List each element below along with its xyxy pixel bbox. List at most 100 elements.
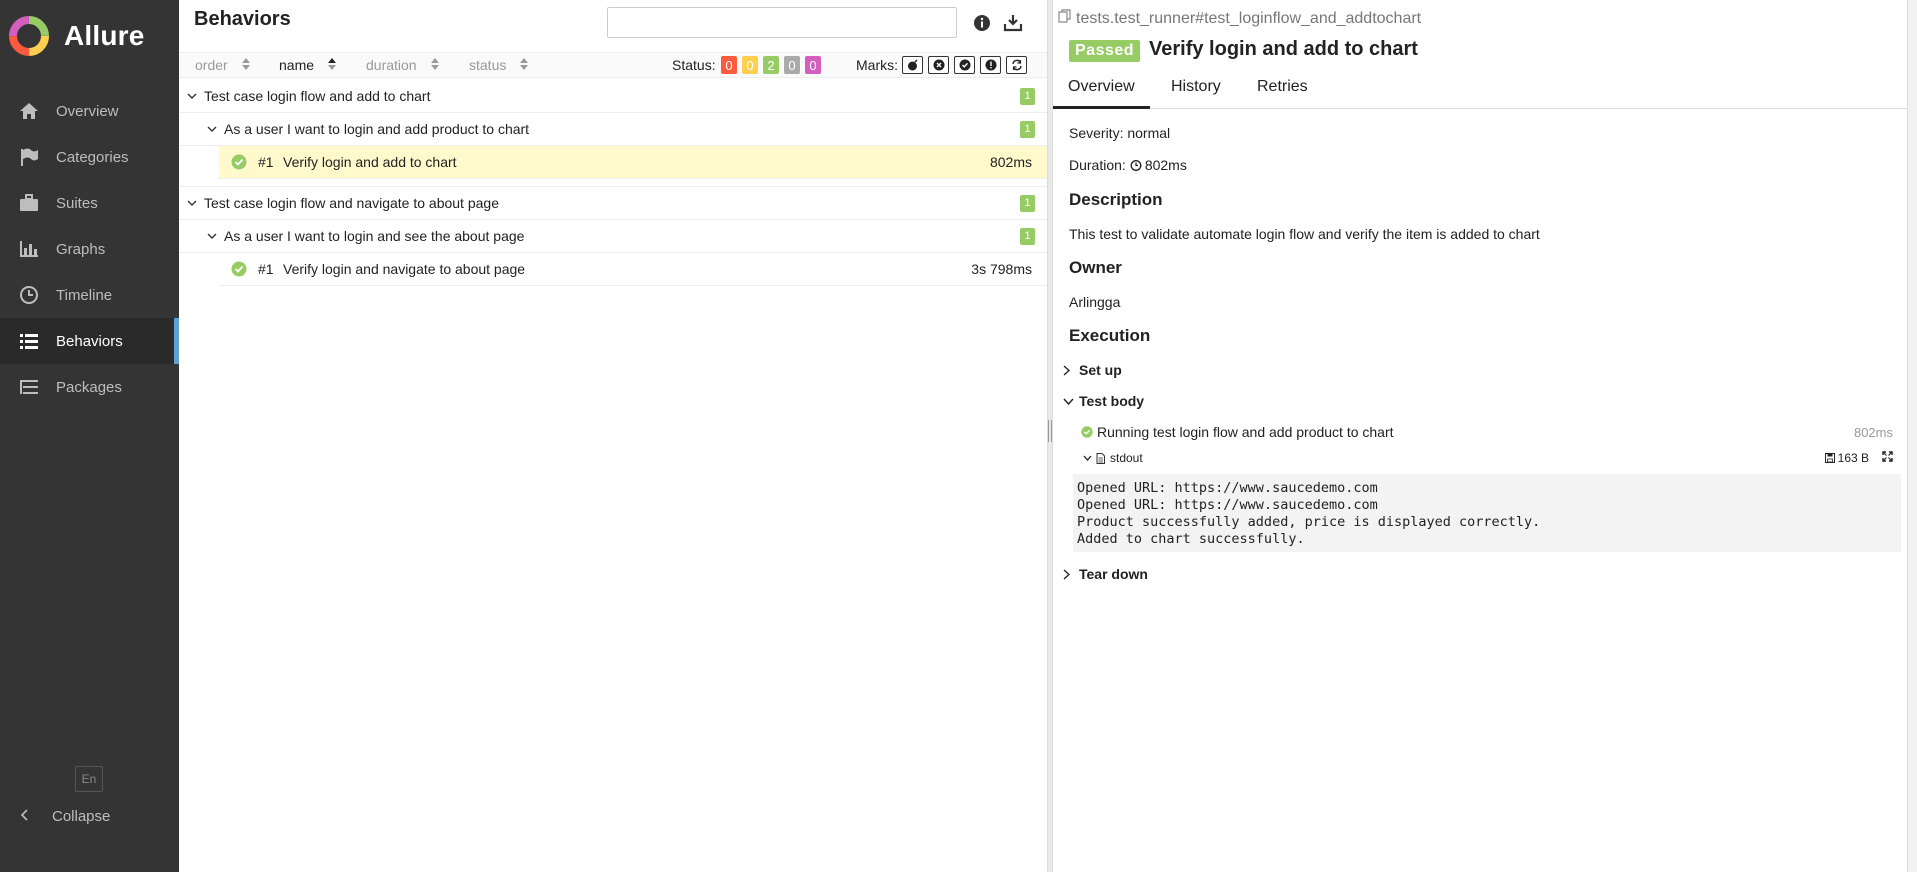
list-icon [18,330,40,352]
stage-setup[interactable]: Set up [1063,362,1122,378]
test-full-name[interactable]: tests.test_runner#test_loginflow_and_add… [1058,9,1421,28]
sidebar-item-overview[interactable]: Overview [0,88,179,134]
stage-label: Tear down [1079,566,1148,582]
mark-new-broken-icon[interactable] [980,56,1001,74]
stage-teardown[interactable]: Tear down [1063,566,1148,582]
sort-bar: order name duration status Status: 0 0 2… [179,52,1047,78]
copy-icon[interactable] [1058,9,1072,28]
download-icon[interactable] [1002,12,1024,34]
detail-scrollbar[interactable] [1907,0,1917,872]
test-order-number: #1 [258,261,274,277]
sidebar-item-graphs[interactable]: Graphs [0,226,179,272]
test-detail-pane: tests.test_runner#test_loginflow_and_add… [1053,0,1907,872]
sort-both-icon [430,57,439,73]
passed-count-badge: 1 [1020,87,1035,105]
tree-group-label: Test case login flow and navigate to abo… [204,195,499,211]
sidebar-item-label: Suites [56,194,98,212]
sort-both-icon [520,57,529,73]
tree-group-story[interactable]: As a user I want to login and see the ab… [179,220,1047,253]
status-badge: Passed [1069,40,1141,62]
owner-text: Arlingga [1069,294,1121,310]
stage-label: Set up [1079,362,1122,378]
owner-heading: Owner [1069,258,1122,277]
tree-group-label: Test case login flow and add to chart [204,88,431,104]
stdout-console: Opened URL: https://www.saucedemo.com Op… [1073,474,1901,552]
mark-retries-icon[interactable] [1006,56,1027,74]
sort-order[interactable]: order [195,57,250,73]
tree-group-feature[interactable]: Test case login flow and navigate to abo… [179,187,1047,220]
passed-count-badge: 1 [1020,227,1035,245]
clock-icon [18,284,40,306]
info-icon[interactable] [971,12,993,34]
test-duration: 3s 798ms [971,261,1032,277]
test-title: Verify login and add to chart [1149,38,1418,60]
sidebar-item-timeline[interactable]: Timeline [0,272,179,318]
brand[interactable]: Allure [8,14,145,58]
step-label: Running test login flow and add product … [1097,424,1394,440]
test-name: Verify login and navigate to about page [283,261,526,277]
tree-divider [179,179,1047,187]
chevron-right-icon [1063,364,1075,376]
sort-duration[interactable]: duration [366,57,439,73]
passed-check-icon [231,154,247,170]
passed-count-badge: 1 [1020,194,1035,212]
tree-group-story[interactable]: As a user I want to login and add produc… [179,113,1047,146]
marks-filter-label: Marks: [856,57,898,73]
step-duration: 802ms [1853,424,1893,440]
mark-new-passed-icon[interactable] [954,56,975,74]
sidebar-item-label: Graphs [56,240,106,258]
sort-name[interactable]: name [279,57,337,73]
sidebar-item-suites[interactable]: Suites [0,180,179,226]
chevron-down-icon [187,91,197,101]
tree-group-label: As a user I want to login and add produc… [224,121,530,137]
brand-name: Allure [64,20,145,51]
tab-retries[interactable]: Retries [1242,78,1323,109]
sort-name-label: name [279,57,315,73]
grip-icon [1048,420,1052,442]
sort-status[interactable]: status [469,57,529,73]
tree-test-row[interactable]: #1 Verify login and add to chart 802ms [219,146,1047,179]
status-passed-badge[interactable]: 2 [763,56,779,74]
sidebar-item-label: Behaviors [56,332,123,350]
collapse-button[interactable]: Collapse [20,806,110,826]
tab-history[interactable]: History [1156,78,1236,109]
briefcase-icon [18,192,40,214]
language-switch[interactable]: En [75,766,103,792]
sidebar-nav: Overview Categories Suites Graphs Timeli… [0,88,179,410]
home-icon [18,100,40,122]
sidebar-item-categories[interactable]: Categories [0,134,179,180]
test-step[interactable]: Running test login flow and add product … [1081,424,1893,440]
mark-new-failed-icon[interactable] [928,56,949,74]
allure-logo-icon [9,16,49,56]
attachment-row[interactable]: stdout 163 B [1083,451,1893,465]
chevron-right-icon [1063,568,1075,580]
sidebar: Allure Overview Categories Suites Graphs [0,0,179,872]
duration-value: 802ms [1144,157,1187,173]
sort-duration-label: duration [366,57,417,73]
sidebar-item-packages[interactable]: Packages [0,364,179,410]
page-title: Behaviors [194,8,291,30]
tree-test-row[interactable]: #1 Verify login and navigate to about pa… [219,253,1047,286]
chevron-down-icon [1083,455,1092,461]
sort-both-icon [241,57,250,73]
sidebar-item-label: Overview [56,102,119,120]
test-name: Verify login and add to chart [283,154,457,170]
status-failed-badge[interactable]: 0 [721,56,737,74]
status-broken-badge[interactable]: 0 [742,56,758,74]
stage-test-body[interactable]: Test body [1063,393,1144,409]
status-skipped-badge[interactable]: 0 [784,56,800,74]
search-input[interactable] [607,7,957,38]
expand-icon[interactable] [1882,451,1893,465]
sidebar-item-label: Timeline [56,286,113,304]
mark-flaky-icon[interactable] [902,56,923,74]
duration-row: Duration: 802ms [1069,157,1187,173]
chevron-down-icon [187,198,197,208]
passed-check-icon [1081,426,1093,438]
sidebar-item-behaviors[interactable]: Behaviors [0,318,179,364]
behaviors-tree: Test case login flow and add to chart 1 … [179,80,1047,286]
sort-status-label: status [469,57,507,73]
tree-group-feature[interactable]: Test case login flow and add to chart 1 [179,80,1047,113]
status-unknown-badge[interactable]: 0 [805,56,821,74]
tab-overview[interactable]: Overview [1053,78,1150,109]
chevron-down-icon [207,124,217,134]
